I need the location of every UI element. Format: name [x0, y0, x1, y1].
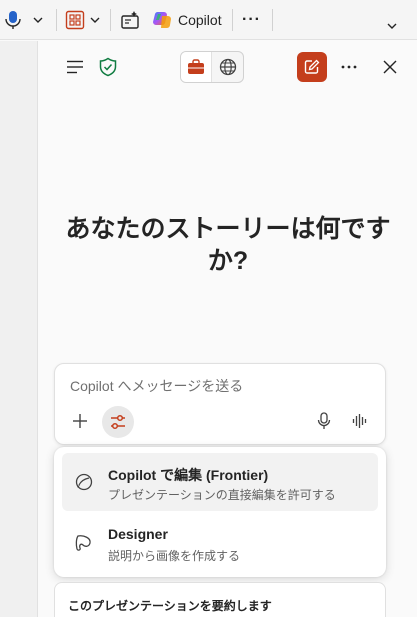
dictate-button[interactable]: [4, 8, 44, 32]
composer-placeholder[interactable]: Copilot へメッセージを送る: [70, 376, 243, 396]
ribbon-toolbar: Copilot ···: [0, 0, 417, 40]
ellipsis-icon: [341, 65, 357, 69]
microphone-icon: [5, 11, 21, 29]
copilot-edit-icon: [75, 473, 93, 491]
copilot-pane: あなたのストーリーは何ですか? Copilot へメッセージを送る Copilo…: [39, 41, 417, 617]
copilot-ribbon-button[interactable]: Copilot: [152, 8, 222, 32]
message-composer[interactable]: Copilot へメッセージを送る: [54, 363, 386, 445]
plus-icon: [73, 414, 87, 428]
menu-item-copilot-edit[interactable]: Copilot で編集 (Frontier) プレゼンテーションの直接編集を許可…: [62, 453, 378, 511]
more-ribbon-label: ···: [242, 11, 261, 28]
voice-input-button[interactable]: [311, 408, 337, 434]
tools-menu: Copilot で編集 (Frontier) プレゼンテーションの直接編集を許可…: [54, 447, 386, 577]
chevron-down-icon: [33, 17, 43, 23]
addins-grid-icon: [65, 10, 85, 30]
more-options-button[interactable]: [337, 55, 361, 79]
menu-item-description: プレゼンテーションの直接編集を許可する: [108, 488, 336, 502]
chevron-down-icon: [90, 17, 100, 23]
chevron-down-icon: [387, 23, 397, 29]
voice-mode-button[interactable]: [347, 408, 373, 434]
hamburger-icon: [67, 60, 83, 74]
ribbon-expand-button[interactable]: [386, 14, 398, 38]
waveform-icon: [352, 414, 367, 428]
addins-button[interactable]: [65, 8, 101, 32]
globe-icon: [219, 58, 236, 76]
menu-button[interactable]: [63, 55, 87, 79]
slide-area-edge: [0, 41, 38, 617]
scope-toggle: [180, 51, 244, 83]
briefcase-icon: [188, 59, 204, 74]
add-attachment-button[interactable]: [67, 408, 93, 434]
close-button[interactable]: [378, 55, 402, 79]
presentation-icon: [121, 11, 139, 29]
designer-icon: [75, 535, 91, 551]
new-chat-button[interactable]: [297, 52, 327, 82]
suggestion-text: このプレゼンテーションを要約します: [68, 599, 272, 613]
compose-icon: [304, 59, 320, 74]
copilot-ribbon-label: Copilot: [178, 12, 222, 28]
sliders-icon: [111, 414, 125, 430]
protection-status[interactable]: [96, 55, 120, 79]
page-title: あなたのストーリーは何ですか?: [65, 215, 391, 275]
microphone-icon: [317, 412, 331, 429]
menu-item-title: Designer: [108, 526, 168, 542]
copilot-logo-icon: [153, 11, 171, 28]
suggestion-card[interactable]: このプレゼンテーションを要約します: [54, 582, 386, 617]
more-ribbon-button[interactable]: ···: [242, 8, 261, 32]
menu-item-description: 説明から画像を作成する: [108, 549, 241, 563]
menu-item-title: Copilot で編集 (Frontier): [108, 467, 269, 483]
slide-sorter-button[interactable]: [120, 8, 142, 32]
close-icon: [383, 60, 397, 74]
tools-button[interactable]: [102, 406, 134, 438]
web-scope-button[interactable]: [212, 52, 243, 82]
menu-item-designer[interactable]: Designer 説明から画像を作成する: [62, 514, 378, 572]
shield-check-icon: [99, 57, 117, 77]
work-scope-button[interactable]: [181, 52, 213, 82]
